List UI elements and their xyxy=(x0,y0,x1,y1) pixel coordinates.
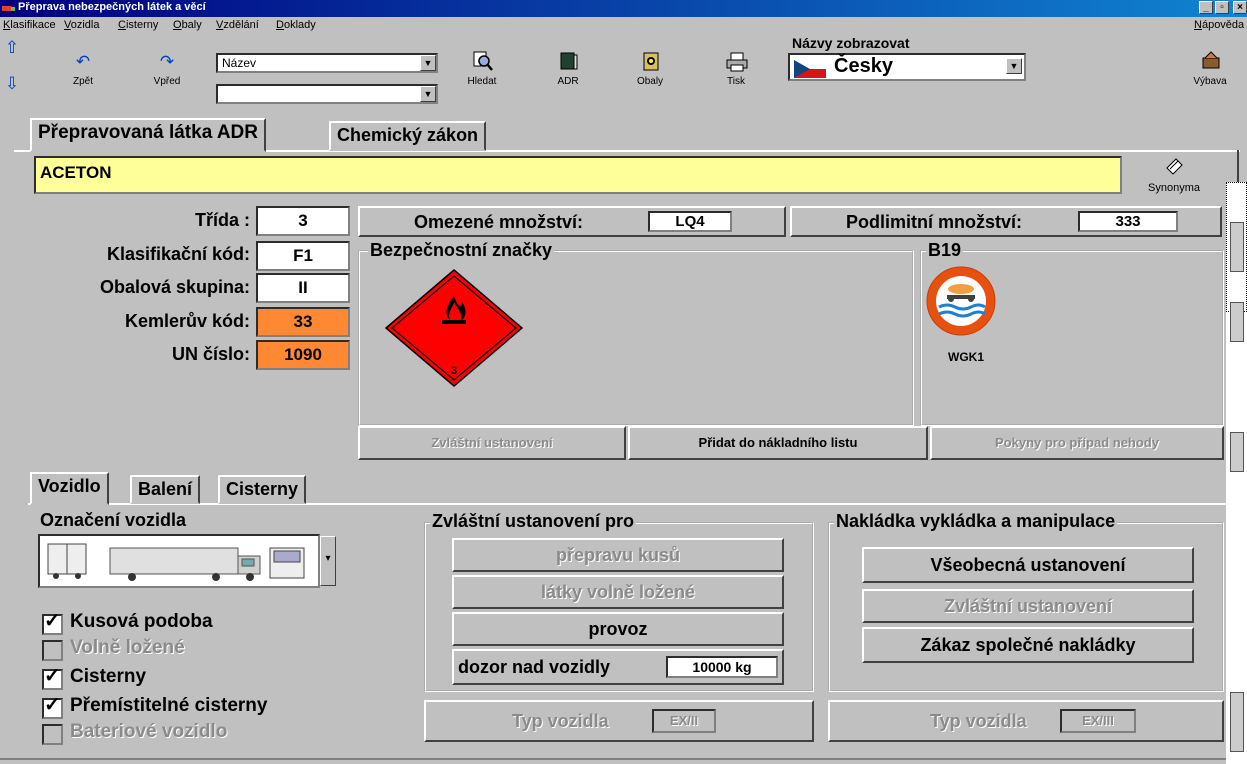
toolbar: ⇧ ⇩ ↶ Zpět ↷ Vpřed Název ▼ ▼ Hledat ADR … xyxy=(0,34,1247,112)
chevron-down-icon[interactable]: ▼ xyxy=(420,55,436,71)
vehicle-type-value-2: EX/III xyxy=(1060,709,1136,733)
water-protection-sign xyxy=(926,266,996,336)
safety-signs-title: Bezpečnostní značky xyxy=(368,240,555,261)
menu-vzdelani[interactable]: Vzdělání xyxy=(216,19,259,31)
checkbox-cisterny[interactable]: ✓ Cisterny xyxy=(42,665,302,692)
menu-obaly[interactable]: Obaly xyxy=(173,19,202,31)
search-icon xyxy=(473,51,493,71)
klasifikacni-kod-value: F1 xyxy=(256,241,350,271)
bulk-substances-button[interactable]: látky volně ložené xyxy=(452,575,784,609)
trida-label: Třída : xyxy=(194,210,250,230)
loading-special-provisions-button[interactable]: Zvláštní ustanovení xyxy=(862,589,1194,623)
b19-title: B19 xyxy=(926,240,964,261)
search-button[interactable]: Hledat xyxy=(456,46,508,92)
checkbox-bateriove-vozidlo[interactable]: Bateriové vozidlo xyxy=(42,721,342,747)
back-button[interactable]: ↶ Zpět xyxy=(58,46,108,92)
chevron-down-icon[interactable]: ▾ xyxy=(320,536,336,586)
transport-packages-button[interactable]: přepravu kusů xyxy=(452,538,784,572)
mixed-loading-ban-button[interactable]: Zákaz společné nakládky xyxy=(862,627,1194,663)
sublimit-quantity-value: 333 xyxy=(1078,211,1178,232)
tab-vozidlo[interactable]: Vozidlo xyxy=(30,472,109,505)
tab-prepravovana-latka[interactable]: Přepravovaná látka ADR xyxy=(30,118,267,152)
undo-icon: ↶ xyxy=(75,52,91,71)
check-icon: ✓ xyxy=(44,665,61,687)
chevron-down-icon[interactable]: ▼ xyxy=(1006,58,1022,74)
checkbox-volne-lozene[interactable]: Volně ložené xyxy=(42,637,302,663)
un-cislo-label: UN číslo: xyxy=(171,344,250,364)
menu-vozidla[interactable]: Vozidla xyxy=(64,19,99,31)
title-bar: Přeprava nebezpečných látek a věcí _ ▫ × xyxy=(0,0,1247,17)
truck-icon xyxy=(47,543,305,581)
add-to-waybill-button[interactable]: Přidat do nákladního listu xyxy=(628,426,928,460)
menu-bar: Klasifikace Vozidla Cisterny Obaly Vzděl… xyxy=(0,17,1247,34)
package-icon xyxy=(643,52,659,71)
obaly-button[interactable]: Obaly xyxy=(624,46,676,92)
menu-klasifikace[interactable]: Klasifikace xyxy=(3,19,56,31)
vehicle-type-button-1[interactable]: Typ vozidla EX/II xyxy=(424,700,814,742)
check-icon: ✓ xyxy=(44,610,61,632)
menu-doklady[interactable]: Doklady xyxy=(276,19,316,31)
checkbox-kusova-podoba[interactable]: ✓ Kusová podoba xyxy=(42,610,302,637)
forward-button[interactable]: ↷ Vpřed xyxy=(142,46,192,92)
trida-value: 3 xyxy=(256,206,350,236)
synonyms-button[interactable]: Synonyma xyxy=(1124,156,1224,198)
loading-title: Nakládka vykládka a manipulace xyxy=(834,511,1118,532)
kemleruv-kod-value: 33 xyxy=(256,307,350,337)
search-field-select[interactable]: Název ▼ xyxy=(216,53,438,73)
adr-button[interactable]: ADR xyxy=(542,46,594,92)
tab-cisterny[interactable]: Cisterny xyxy=(218,475,307,504)
flammable-diamond-sign: 3 xyxy=(384,269,524,387)
obalova-skupina-value: II xyxy=(256,273,350,303)
vehicle-supervision-button[interactable]: dozor nad vozidly 10000 kg xyxy=(452,649,784,685)
tab-chemicky-zakon[interactable]: Chemický zákon xyxy=(329,121,487,151)
operation-button[interactable]: provoz xyxy=(452,612,784,646)
search-value-select[interactable]: ▼ xyxy=(216,84,438,104)
names-label: Názvy zobrazovat xyxy=(792,35,910,51)
kemleruv-kod-label: Kemlerův kód: xyxy=(124,311,250,331)
arrow-down-icon: ⇩ xyxy=(4,74,20,93)
wgk-caption: WGK1 xyxy=(948,350,984,364)
vehicle-type-value-1: EX/II xyxy=(652,709,716,733)
vybava-button[interactable]: Výbava xyxy=(1180,46,1240,92)
substance-name-field[interactable]: ACETON xyxy=(34,156,1122,194)
limited-quantity-panel: Omezené množství: LQ4 xyxy=(358,206,786,237)
book-icon xyxy=(560,52,578,70)
equipment-icon xyxy=(1202,51,1220,69)
checkbox-premistitelne-cisterny[interactable]: ✓ Přemístitelné cisterny xyxy=(42,694,342,721)
supervision-weight-value: 10000 kg xyxy=(666,656,778,678)
obalova-skupina-label: Obalová skupina: xyxy=(99,277,250,297)
printer-icon xyxy=(726,52,748,72)
menu-cisterny[interactable]: Cisterny xyxy=(118,19,158,31)
redo-icon: ↷ xyxy=(159,52,175,71)
close-button[interactable]: × xyxy=(1233,1,1247,14)
book-pencil-icon xyxy=(1166,158,1183,175)
vehicle-marking-label: Označení vozidla xyxy=(40,510,187,530)
czech-flag-icon xyxy=(794,60,826,78)
accident-instructions-button[interactable]: Pokyny pro případ nehody xyxy=(930,426,1224,460)
menu-napoveda[interactable]: Nápověda xyxy=(1194,19,1244,31)
right-edge-panel xyxy=(1226,182,1247,764)
vehicle-marking-select[interactable]: ▾ xyxy=(38,534,336,588)
general-provisions-button[interactable]: Všeobecná ustanovení xyxy=(862,547,1194,583)
special-provisions-button[interactable]: Zvláštní ustanovení xyxy=(358,426,626,460)
arrow-down-button[interactable]: ⇩ xyxy=(2,74,22,96)
arrow-up-button[interactable]: ⇧ xyxy=(2,38,22,60)
arrow-up-icon: ⇧ xyxy=(4,38,20,57)
print-button[interactable]: Tisk xyxy=(710,46,762,92)
chevron-down-icon[interactable]: ▼ xyxy=(420,86,436,102)
check-icon: ✓ xyxy=(44,694,61,716)
hazard-class-number: 3 xyxy=(451,365,457,377)
window-title: Přeprava nebezpečných látek a věcí xyxy=(18,1,206,13)
app-icon xyxy=(2,6,15,13)
language-select[interactable]: Česky ▼ xyxy=(788,53,1026,81)
vehicle-type-button-2[interactable]: Typ vozidla EX/III xyxy=(828,700,1224,742)
un-cislo-value: 1090 xyxy=(256,340,350,370)
limited-quantity-value: LQ4 xyxy=(648,211,732,232)
special-provisions-title: Zvláštní ustanovení pro xyxy=(430,511,637,532)
klasifikacni-kod-label: Klasifikační kód: xyxy=(106,244,250,264)
sublimit-quantity-panel: Podlimitní množství: 333 xyxy=(790,206,1222,237)
tab-baleni[interactable]: Balení xyxy=(130,475,201,504)
maximize-button[interactable]: ▫ xyxy=(1215,1,1229,14)
minimize-button[interactable]: _ xyxy=(1199,1,1213,14)
